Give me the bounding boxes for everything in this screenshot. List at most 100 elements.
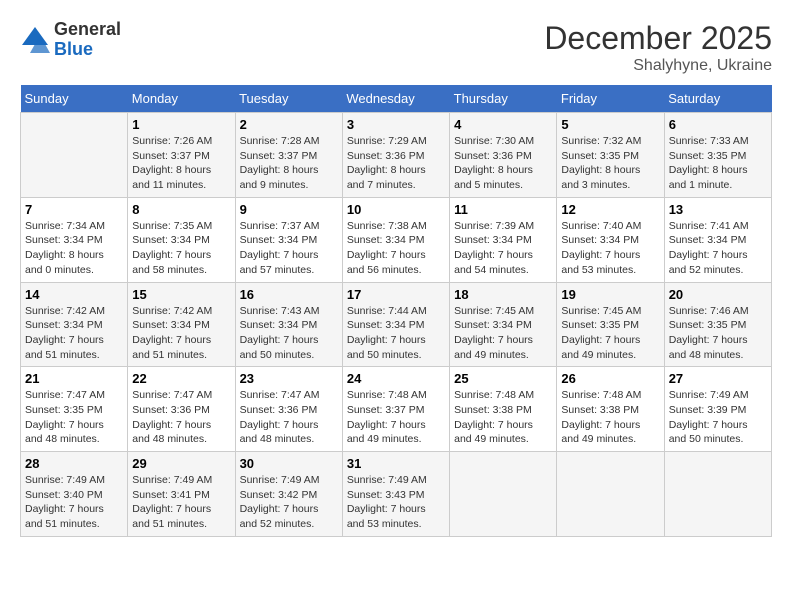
day-info: Sunrise: 7:49 AMSunset: 3:42 PMDaylight:…	[240, 473, 338, 532]
calendar-cell	[664, 452, 771, 537]
weekday-header: Sunday	[21, 85, 128, 113]
calendar-week-row: 1 Sunrise: 7:26 AMSunset: 3:37 PMDaylight…	[21, 113, 772, 198]
day-number: 16	[240, 287, 338, 302]
calendar-cell: 10 Sunrise: 7:38 AMSunset: 3:34 PMDayligh…	[342, 197, 449, 282]
calendar-cell: 9 Sunrise: 7:37 AMSunset: 3:34 PMDaylight…	[235, 197, 342, 282]
logo: General Blue	[20, 20, 121, 60]
weekday-header: Thursday	[450, 85, 557, 113]
day-number: 21	[25, 371, 123, 386]
calendar-cell: 23Sunrise: 7:47 AMSunset: 3:36 PMDayligh…	[235, 367, 342, 452]
day-number: 19	[561, 287, 659, 302]
day-info: Sunrise: 7:49 AMSunset: 3:43 PMDaylight:…	[347, 473, 445, 532]
day-info: Sunrise: 7:40 AMSunset: 3:34 PMDaylight:…	[561, 219, 659, 278]
day-info: Sunrise: 7:46 AMSunset: 3:35 PMDaylight:…	[669, 304, 767, 363]
day-info: Sunrise: 7:42 AMSunset: 3:34 PMDaylight:…	[25, 304, 123, 363]
day-number: 5	[561, 117, 659, 132]
day-info: Sunrise: 7:49 AMSunset: 3:39 PMDaylight:…	[669, 388, 767, 447]
day-number: 18	[454, 287, 552, 302]
weekday-header: Wednesday	[342, 85, 449, 113]
day-number: 4	[454, 117, 552, 132]
day-number: 3	[347, 117, 445, 132]
day-number: 7	[25, 202, 123, 217]
day-number: 13	[669, 202, 767, 217]
day-number: 1	[132, 117, 230, 132]
calendar-cell: 26 Sunrise: 7:48 AMSunset: 3:38 PMDayligh…	[557, 367, 664, 452]
day-info: Sunrise: 7:48 AMSunset: 3:38 PMDaylight:…	[561, 388, 659, 447]
calendar-cell: 30 Sunrise: 7:49 AMSunset: 3:42 PMDayligh…	[235, 452, 342, 537]
calendar-cell: 24Sunrise: 7:48 AMSunset: 3:37 PMDayligh…	[342, 367, 449, 452]
day-number: 9	[240, 202, 338, 217]
day-number: 17	[347, 287, 445, 302]
weekday-header: Monday	[128, 85, 235, 113]
day-info: Sunrise: 7:28 AMSunset: 3:37 PMDaylight:…	[240, 134, 338, 193]
calendar-cell: 14 Sunrise: 7:42 AMSunset: 3:34 PMDayligh…	[21, 282, 128, 367]
day-number: 30	[240, 456, 338, 471]
calendar-cell: 3 Sunrise: 7:29 AMSunset: 3:36 PMDaylight…	[342, 113, 449, 198]
logo-blue: Blue	[54, 40, 121, 60]
day-number: 10	[347, 202, 445, 217]
day-number: 27	[669, 371, 767, 386]
page-header: General Blue December 2025 Shalyhyne, Uk…	[20, 20, 772, 75]
day-info: Sunrise: 7:43 AMSunset: 3:34 PMDaylight:…	[240, 304, 338, 363]
calendar-cell	[557, 452, 664, 537]
day-info: Sunrise: 7:26 AMSunset: 3:37 PMDaylight:…	[132, 134, 230, 193]
weekday-header: Tuesday	[235, 85, 342, 113]
weekday-header: Friday	[557, 85, 664, 113]
day-info: Sunrise: 7:49 AMSunset: 3:40 PMDaylight:…	[25, 473, 123, 532]
location-subtitle: Shalyhyne, Ukraine	[544, 57, 772, 75]
calendar-cell: 21Sunrise: 7:47 AMSunset: 3:35 PMDayligh…	[21, 367, 128, 452]
day-number: 22	[132, 371, 230, 386]
calendar-cell: 5 Sunrise: 7:32 AMSunset: 3:35 PMDaylight…	[557, 113, 664, 198]
title-section: December 2025 Shalyhyne, Ukraine	[544, 20, 772, 75]
calendar-cell: 2 Sunrise: 7:28 AMSunset: 3:37 PMDaylight…	[235, 113, 342, 198]
calendar-cell: 20 Sunrise: 7:46 AMSunset: 3:35 PMDayligh…	[664, 282, 771, 367]
calendar-cell: 31 Sunrise: 7:49 AMSunset: 3:43 PMDayligh…	[342, 452, 449, 537]
logo-text: General Blue	[54, 20, 121, 60]
day-info: Sunrise: 7:47 AMSunset: 3:36 PMDaylight:…	[240, 388, 338, 447]
calendar-cell: 22 Sunrise: 7:47 AMSunset: 3:36 PMDayligh…	[128, 367, 235, 452]
day-info: Sunrise: 7:47 AMSunset: 3:36 PMDaylight:…	[132, 388, 230, 447]
calendar-cell: 16 Sunrise: 7:43 AMSunset: 3:34 PMDayligh…	[235, 282, 342, 367]
calendar-cell: 13 Sunrise: 7:41 AMSunset: 3:34 PMDayligh…	[664, 197, 771, 282]
day-info: Sunrise: 7:33 AMSunset: 3:35 PMDaylight:…	[669, 134, 767, 193]
calendar-cell	[21, 113, 128, 198]
calendar-week-row: 7 Sunrise: 7:34 AMSunset: 3:34 PMDaylight…	[21, 197, 772, 282]
day-info: Sunrise: 7:32 AMSunset: 3:35 PMDaylight:…	[561, 134, 659, 193]
calendar-cell: 18Sunrise: 7:45 AMSunset: 3:34 PMDayligh…	[450, 282, 557, 367]
calendar-cell: 27 Sunrise: 7:49 AMSunset: 3:39 PMDayligh…	[664, 367, 771, 452]
day-info: Sunrise: 7:29 AMSunset: 3:36 PMDaylight:…	[347, 134, 445, 193]
calendar-cell: 15 Sunrise: 7:42 AMSunset: 3:34 PMDayligh…	[128, 282, 235, 367]
day-number: 28	[25, 456, 123, 471]
day-number: 25	[454, 371, 552, 386]
calendar-table: SundayMondayTuesdayWednesdayThursdayFrid…	[20, 85, 772, 537]
calendar-cell: 4 Sunrise: 7:30 AMSunset: 3:36 PMDaylight…	[450, 113, 557, 198]
day-info: Sunrise: 7:49 AMSunset: 3:41 PMDaylight:…	[132, 473, 230, 532]
day-info: Sunrise: 7:42 AMSunset: 3:34 PMDaylight:…	[132, 304, 230, 363]
calendar-cell: 8Sunrise: 7:35 AMSunset: 3:34 PMDaylight…	[128, 197, 235, 282]
month-title: December 2025	[544, 20, 772, 57]
calendar-cell: 6 Sunrise: 7:33 AMSunset: 3:35 PMDaylight…	[664, 113, 771, 198]
calendar-cell: 17Sunrise: 7:44 AMSunset: 3:34 PMDayligh…	[342, 282, 449, 367]
weekday-header-row: SundayMondayTuesdayWednesdayThursdayFrid…	[21, 85, 772, 113]
day-number: 26	[561, 371, 659, 386]
day-number: 11	[454, 202, 552, 217]
day-number: 2	[240, 117, 338, 132]
logo-icon	[20, 25, 50, 55]
day-number: 31	[347, 456, 445, 471]
day-info: Sunrise: 7:30 AMSunset: 3:36 PMDaylight:…	[454, 134, 552, 193]
day-number: 6	[669, 117, 767, 132]
calendar-cell: 29Sunrise: 7:49 AMSunset: 3:41 PMDayligh…	[128, 452, 235, 537]
day-info: Sunrise: 7:34 AMSunset: 3:34 PMDaylight:…	[25, 219, 123, 278]
logo-general: General	[54, 20, 121, 40]
day-number: 20	[669, 287, 767, 302]
day-info: Sunrise: 7:37 AMSunset: 3:34 PMDaylight:…	[240, 219, 338, 278]
day-number: 15	[132, 287, 230, 302]
calendar-week-row: 21Sunrise: 7:47 AMSunset: 3:35 PMDayligh…	[21, 367, 772, 452]
day-info: Sunrise: 7:45 AMSunset: 3:35 PMDaylight:…	[561, 304, 659, 363]
day-info: Sunrise: 7:35 AMSunset: 3:34 PMDaylight:…	[132, 219, 230, 278]
calendar-week-row: 14 Sunrise: 7:42 AMSunset: 3:34 PMDayligh…	[21, 282, 772, 367]
day-info: Sunrise: 7:38 AMSunset: 3:34 PMDaylight:…	[347, 219, 445, 278]
weekday-header: Saturday	[664, 85, 771, 113]
day-number: 14	[25, 287, 123, 302]
day-info: Sunrise: 7:41 AMSunset: 3:34 PMDaylight:…	[669, 219, 767, 278]
